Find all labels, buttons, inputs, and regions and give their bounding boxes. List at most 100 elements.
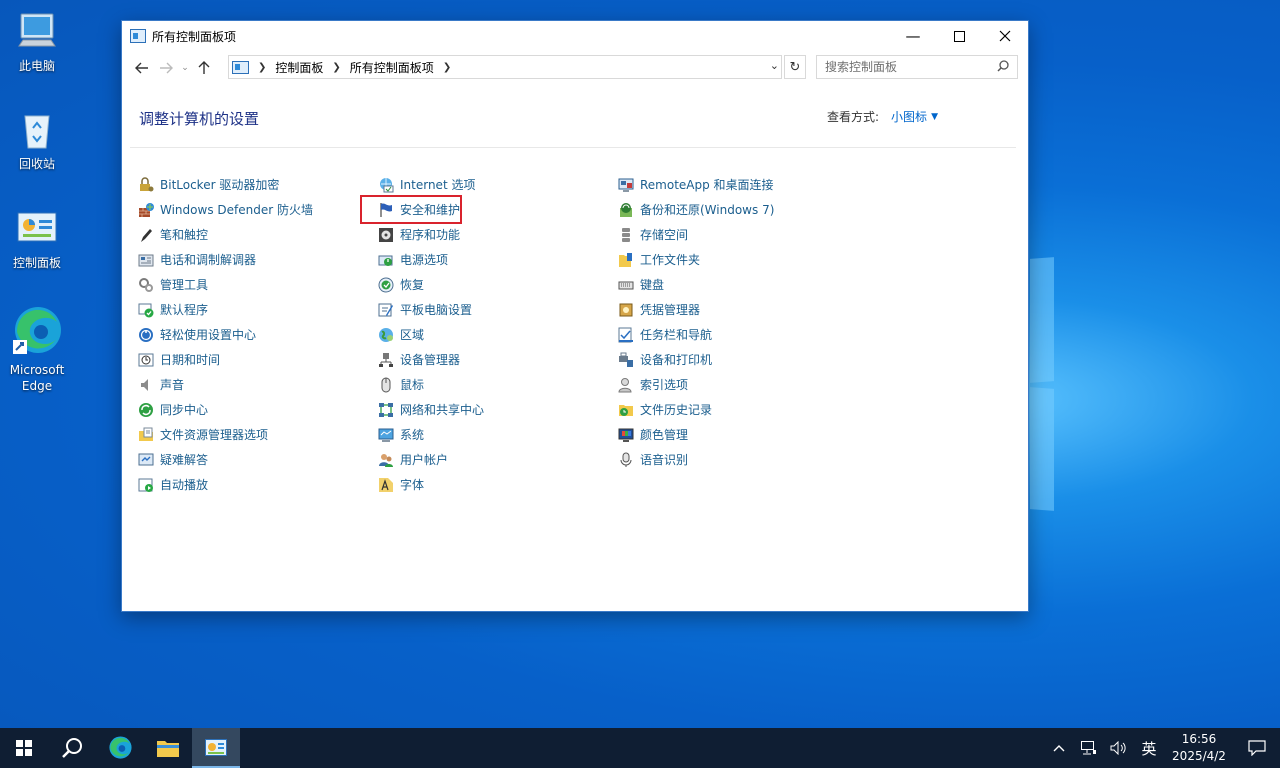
system-icon bbox=[378, 427, 394, 443]
refresh-button[interactable]: ↻ bbox=[784, 55, 806, 79]
desktop-icon-this-pc[interactable]: 此电脑 bbox=[4, 10, 70, 74]
divider bbox=[130, 147, 1016, 148]
desktop-icon-control-panel[interactable]: 控制面板 bbox=[4, 207, 70, 271]
cp-item[interactable]: BitLocker 驱动器加密 bbox=[138, 172, 313, 197]
flag-icon bbox=[378, 202, 394, 218]
cp-item[interactable]: 文件历史记录 bbox=[618, 397, 774, 422]
cp-item[interactable]: 电话和调制解调器 bbox=[138, 247, 313, 272]
desktop-icon-label: 控制面板 bbox=[12, 256, 61, 270]
breadcrumb-control-panel[interactable]: 控制面板 bbox=[275, 59, 323, 76]
modem-icon bbox=[138, 252, 154, 268]
cp-item[interactable]: 同步中心 bbox=[138, 397, 313, 422]
fonts-icon bbox=[378, 477, 394, 493]
taskbar-file-explorer[interactable] bbox=[144, 728, 192, 768]
cp-item[interactable]: 疑难解答 bbox=[138, 447, 313, 472]
control-panel-icon bbox=[232, 60, 249, 74]
refresh-icon: ↻ bbox=[789, 59, 801, 75]
cp-item[interactable]: 颜色管理 bbox=[618, 422, 774, 447]
cp-item[interactable]: 区域 bbox=[378, 322, 484, 347]
tablet-settings-icon bbox=[378, 302, 394, 318]
search-icon[interactable] bbox=[997, 60, 1009, 75]
cp-item[interactable]: 文件资源管理器选项 bbox=[138, 422, 313, 447]
autoplay-icon bbox=[138, 477, 154, 493]
cp-item[interactable]: 管理工具 bbox=[138, 272, 313, 297]
minimize-button[interactable]: — bbox=[890, 21, 936, 51]
recent-locations-button[interactable]: ⌄ bbox=[178, 56, 192, 80]
cp-item[interactable]: 笔和触控 bbox=[138, 222, 313, 247]
edge-icon bbox=[11, 304, 63, 358]
show-hidden-icons-button[interactable] bbox=[1044, 728, 1074, 768]
color-management-icon bbox=[618, 427, 634, 443]
desktop-icon-recycle-bin[interactable]: 回收站 bbox=[4, 108, 70, 172]
network-icon bbox=[1081, 741, 1096, 755]
cp-item[interactable]: 平板电脑设置 bbox=[378, 297, 484, 322]
cp-item[interactable]: 默认程序 bbox=[138, 297, 313, 322]
start-button[interactable] bbox=[0, 728, 48, 768]
cp-item[interactable]: 鼠标 bbox=[378, 372, 484, 397]
cp-item[interactable]: 程序和功能 bbox=[378, 222, 484, 247]
cp-item[interactable]: 电源选项 bbox=[378, 247, 484, 272]
search-button[interactable] bbox=[48, 728, 96, 768]
input-method-button[interactable]: 英 bbox=[1134, 728, 1164, 768]
network-icon bbox=[378, 402, 394, 418]
close-button[interactable] bbox=[982, 21, 1028, 51]
cp-item[interactable]: 系统 bbox=[378, 422, 484, 447]
recovery-icon bbox=[378, 277, 394, 293]
volume-button[interactable] bbox=[1104, 728, 1134, 768]
cp-item[interactable]: 恢复 bbox=[378, 272, 484, 297]
chevron-right-icon[interactable]: ❯ bbox=[443, 62, 451, 73]
chevron-right-icon: ❯ bbox=[332, 61, 341, 73]
power-options-icon bbox=[378, 252, 394, 268]
cp-item[interactable]: 声音 bbox=[138, 372, 313, 397]
cp-item[interactable]: 设备管理器 bbox=[378, 347, 484, 372]
cp-item[interactable]: 备份和还原(Windows 7) bbox=[618, 197, 774, 222]
cp-item[interactable]: 设备和打印机 bbox=[618, 347, 774, 372]
control-panel-icon bbox=[205, 739, 227, 756]
back-button[interactable] bbox=[130, 56, 154, 80]
cp-item[interactable]: 存储空间 bbox=[618, 222, 774, 247]
cp-item-highlighted[interactable]: 安全和维护 bbox=[360, 195, 462, 224]
view-by-dropdown[interactable]: 小图标 bbox=[891, 108, 927, 125]
cp-item[interactable]: RemoteApp 和桌面连接 bbox=[618, 172, 774, 197]
cp-item[interactable]: 语音识别 bbox=[618, 447, 774, 472]
address-bar[interactable]: ❯ 控制面板 ❯ 所有控制面板项 ❯ ⌄ bbox=[228, 55, 782, 79]
cp-item[interactable]: 自动播放 bbox=[138, 472, 313, 497]
search-icon bbox=[62, 738, 82, 758]
search-box[interactable] bbox=[816, 55, 1018, 79]
action-center-button[interactable] bbox=[1234, 728, 1280, 768]
clock[interactable]: 16:56 2025/4/2 bbox=[1164, 731, 1234, 765]
search-input[interactable] bbox=[825, 60, 995, 74]
cp-item[interactable]: 字体 bbox=[378, 472, 484, 497]
devices-printers-icon bbox=[618, 352, 634, 368]
taskbar-edge[interactable] bbox=[96, 728, 144, 768]
remoteapp-icon bbox=[618, 177, 634, 193]
backup-restore-icon bbox=[618, 202, 634, 218]
control-panel-icon bbox=[15, 207, 59, 251]
cp-item[interactable]: 轻松使用设置中心 bbox=[138, 322, 313, 347]
maximize-button[interactable] bbox=[936, 21, 982, 51]
chevron-down-icon[interactable]: ⌄ bbox=[770, 59, 779, 72]
desktop-icon-edge[interactable]: Microsoft Edge bbox=[4, 304, 70, 394]
cp-item[interactable]: Internet 选项 bbox=[378, 172, 484, 197]
cp-item[interactable]: 日期和时间 bbox=[138, 347, 313, 372]
cp-item[interactable]: 键盘 bbox=[618, 272, 774, 297]
up-button[interactable] bbox=[192, 56, 216, 80]
cp-item[interactable]: 工作文件夹 bbox=[618, 247, 774, 272]
cp-item[interactable]: Windows Defender 防火墙 bbox=[138, 197, 313, 222]
cp-item[interactable]: 网络和共享中心 bbox=[378, 397, 484, 422]
maximize-icon bbox=[953, 30, 965, 42]
breadcrumb-all-items[interactable]: 所有控制面板项 bbox=[350, 59, 434, 76]
internet-options-icon bbox=[378, 177, 394, 193]
folder-options-icon bbox=[138, 427, 154, 443]
cp-item[interactable]: 凭据管理器 bbox=[618, 297, 774, 322]
cp-item[interactable]: 索引选项 bbox=[618, 372, 774, 397]
cp-item[interactable]: 任务栏和导航 bbox=[618, 322, 774, 347]
forward-button[interactable] bbox=[154, 56, 178, 80]
cp-item[interactable]: 用户帐户 bbox=[378, 447, 484, 472]
close-icon bbox=[999, 30, 1011, 42]
caret-down-icon[interactable]: ▼ bbox=[931, 112, 938, 122]
taskbar-control-panel[interactable] bbox=[192, 728, 240, 768]
network-status-button[interactable] bbox=[1074, 728, 1104, 768]
title-bar[interactable]: 所有控制面板项 — bbox=[122, 21, 1028, 51]
mouse-icon bbox=[378, 377, 394, 393]
